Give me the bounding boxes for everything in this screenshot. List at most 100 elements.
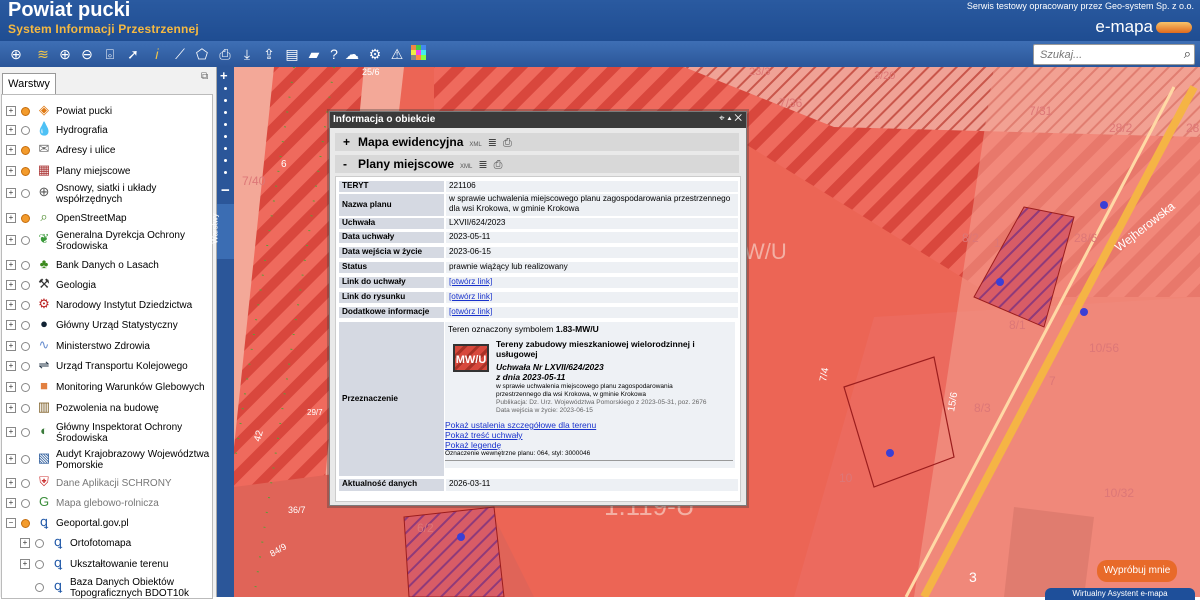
expand-icon[interactable]: +	[6, 145, 16, 155]
layer-checkbox[interactable]	[21, 281, 30, 290]
comment-icon[interactable]: ▰	[305, 45, 323, 63]
map-point-marker[interactable]	[996, 278, 1004, 286]
map-point-marker[interactable]	[886, 449, 894, 457]
zoom-level-dot[interactable]	[224, 171, 227, 174]
collapse-icon[interactable]: −	[6, 518, 16, 528]
zoom-level-dot[interactable]	[224, 147, 227, 150]
layer-item[interactable]: + 💧 Hydrografia	[6, 121, 211, 137]
zoom-level-dot[interactable]	[224, 87, 227, 90]
layer-item[interactable]: + ⛨ Dane Aplikacji SCHRONY	[6, 474, 211, 490]
layer-item[interactable]: − ꝗ Geoportal.gov.pl	[6, 514, 211, 530]
expand-icon[interactable]: +	[6, 361, 16, 371]
layer-checkbox[interactable]	[21, 261, 30, 270]
tab-warstwy[interactable]: Warstwy	[2, 73, 56, 94]
list-icon[interactable]: ≣	[488, 134, 497, 152]
map-point-marker[interactable]	[457, 533, 465, 541]
map-point-marker[interactable]	[1100, 201, 1108, 209]
layer-checkbox[interactable]	[21, 455, 30, 464]
layers-icon[interactable]: ≋	[34, 45, 52, 63]
layer-checkbox[interactable]	[21, 236, 30, 245]
expand-icon[interactable]: +	[20, 559, 30, 569]
expand-icon[interactable]: +	[6, 382, 16, 392]
expand-icon[interactable]: +	[6, 341, 16, 351]
layer-item[interactable]: + ■ Monitoring Warunków Glebowych	[6, 378, 211, 394]
zoom-in-icon[interactable]: ⊕	[56, 45, 74, 63]
section-toggle[interactable]: +	[343, 133, 350, 151]
layer-item[interactable]: + ꝗ Ortofotomapa	[20, 534, 212, 550]
layer-checkbox[interactable]	[21, 342, 30, 351]
layer-item[interactable]: + ∿ Ministerstwo Zdrowia	[6, 337, 211, 353]
layer-checkbox[interactable]	[21, 428, 30, 437]
zoom-out-icon[interactable]: ⊖	[78, 45, 96, 63]
open-link-uchwala[interactable]: [otwórz link]	[449, 277, 492, 286]
expand-icon[interactable]: +	[6, 454, 16, 464]
expand-icon[interactable]: +	[6, 478, 16, 488]
search-icon[interactable]: ⌕	[1184, 46, 1191, 62]
layer-checkbox[interactable]	[21, 321, 30, 330]
expand-icon[interactable]: +	[6, 320, 16, 330]
xml-icon[interactable]: XML	[460, 164, 472, 170]
show-details-link[interactable]: Pokaż ustalenia szczegółowe dla terenu	[445, 420, 596, 430]
layer-item[interactable]: + ✉ Adresy i ulice	[6, 141, 211, 157]
layer-item[interactable]: + ● Główny Urząd Statystyczny	[6, 316, 211, 332]
list-icon[interactable]: ≣	[478, 156, 487, 174]
print-icon[interactable]: ⎙	[216, 45, 234, 63]
expand-icon[interactable]: +	[6, 403, 16, 413]
layer-checkbox[interactable]	[21, 519, 30, 528]
open-link-rysunek[interactable]: [otwórz link]	[449, 292, 492, 301]
measure-line-icon[interactable]: ⟋	[171, 45, 189, 63]
collapse-icon[interactable]: ▴	[727, 113, 731, 124]
warning-icon[interactable]: ⚠	[388, 45, 406, 63]
show-resolution-link[interactable]: Pokaż treść uchwały	[445, 430, 522, 440]
expand-icon[interactable]: +	[20, 538, 30, 548]
try-assistant-button[interactable]: Wypróbuj mnie	[1097, 560, 1177, 582]
layer-checkbox[interactable]	[21, 214, 30, 223]
settings-icon[interactable]: ⚙	[366, 45, 384, 63]
color-grid-icon[interactable]	[410, 45, 428, 63]
expand-icon[interactable]: +	[6, 125, 16, 135]
layer-checkbox[interactable]	[35, 560, 44, 569]
layer-item[interactable]: + G Mapa glebowo-rolnicza	[6, 494, 211, 510]
expand-icon[interactable]: +	[6, 300, 16, 310]
zoom-level-dot[interactable]	[224, 99, 227, 102]
zoom-plus-button[interactable]: +	[220, 68, 228, 83]
zoom-level-dot[interactable]	[224, 123, 227, 126]
zoom-extent-icon[interactable]: ⌻	[101, 45, 119, 63]
layer-checkbox[interactable]	[21, 167, 30, 176]
expand-icon[interactable]: +	[6, 106, 16, 116]
section-mapa-ewidencyjna[interactable]: + Mapa ewidencyjna XML ≣ ⎙	[335, 133, 739, 151]
map-point-marker[interactable]	[1080, 308, 1088, 316]
layer-checkbox[interactable]	[21, 499, 30, 508]
layer-item[interactable]: + ❦ Generalna Dyrekcja Ochrony Środowiska	[6, 230, 211, 252]
cloud-icon[interactable]: ☁	[343, 45, 361, 63]
layer-item[interactable]: + ♣ Bank Danych o Lasach	[6, 256, 211, 272]
layers-toggle-button[interactable]: Warstwy	[211, 204, 234, 259]
open-link-dodatkowe[interactable]: [otwórz link]	[449, 307, 492, 316]
layer-item[interactable]: + ⊕ Osnowy, siatki i układy współrzędnych	[6, 183, 211, 205]
globe-icon[interactable]: ⊕	[4, 45, 28, 63]
layer-item[interactable]: ꝗ Baza Danych Obiektów Topograficznych BDO…	[20, 577, 212, 598]
zoom-minus-button[interactable]: −	[221, 182, 230, 199]
layer-checkbox[interactable]	[21, 126, 30, 135]
close-icon[interactable]: ✕	[734, 113, 742, 124]
layer-item[interactable]: + ▦ Plany miejscowe	[6, 162, 211, 178]
brand-logo[interactable]: e-mapa	[1095, 17, 1192, 37]
expand-icon[interactable]: +	[6, 166, 16, 176]
expand-icon[interactable]: +	[6, 260, 16, 270]
layer-item[interactable]: + ◐ Główny Inspektorat Ochrony Środowiska	[6, 422, 211, 444]
layer-item[interactable]: + ▧ Audyt Krajobrazowy Województwa Pomorski…	[6, 449, 211, 471]
zoom-level-dot[interactable]	[224, 159, 227, 162]
layer-checkbox[interactable]	[21, 301, 30, 310]
zoom-level-dot[interactable]	[224, 135, 227, 138]
export-icon[interactable]: ⇪	[260, 45, 278, 63]
download-icon[interactable]: ⤓	[238, 45, 256, 63]
help-icon[interactable]: ?	[325, 45, 343, 63]
layer-item[interactable]: + ⇌ Urząd Transportu Kolejowego	[6, 357, 211, 373]
layer-item[interactable]: + ⌕ OpenStreetMap	[6, 209, 211, 225]
expand-icon[interactable]: +	[6, 188, 16, 198]
section-toggle[interactable]: -	[343, 155, 347, 173]
show-legend-link[interactable]: Pokaż legendę	[445, 440, 501, 450]
measure-area-icon[interactable]: ⬠	[193, 45, 211, 63]
layer-checkbox[interactable]	[35, 539, 44, 548]
select-arrow-icon[interactable]: ➚	[124, 45, 142, 63]
